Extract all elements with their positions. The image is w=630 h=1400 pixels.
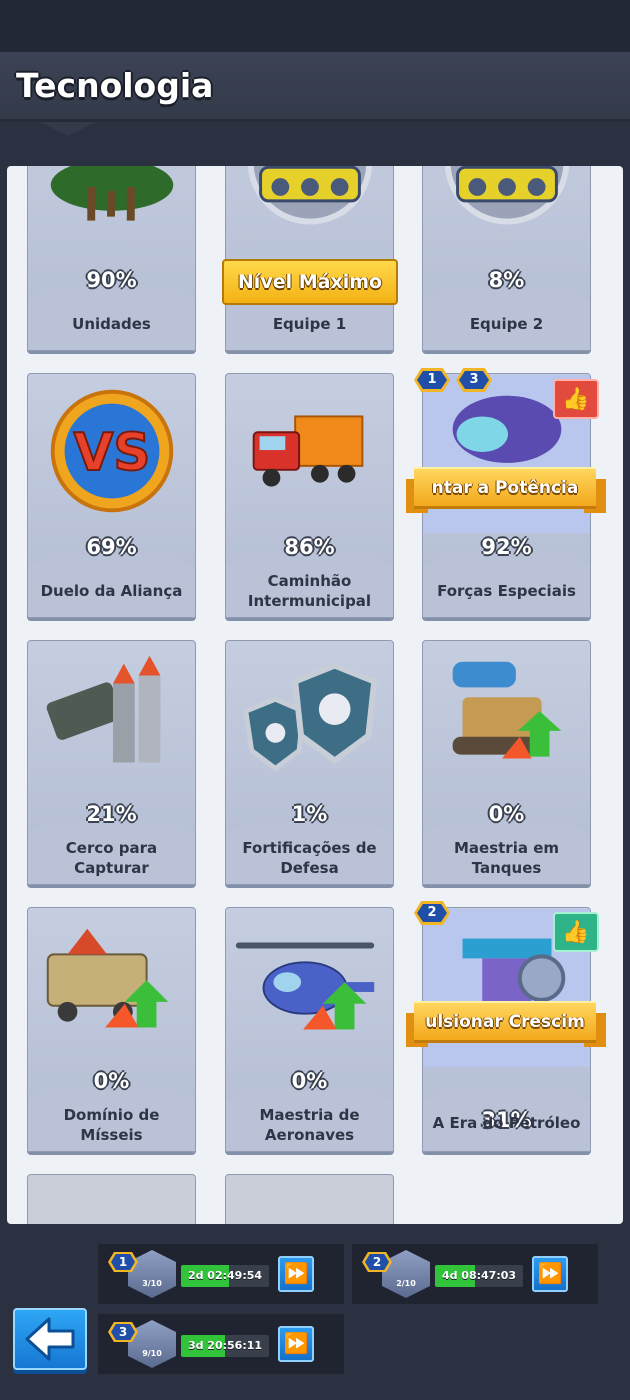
progress-percent: 90% [86,268,137,292]
queue-level-badge: 1 [108,1252,138,1272]
queue-timer: 2d 02:49:54 [181,1265,269,1287]
level-badge: 2 [414,901,450,925]
progress-percent: 69% [86,535,137,559]
missile-truck-upgrade-icon [46,928,169,1028]
queue-count: 2/10 [396,1279,416,1288]
thumbs-up-icon[interactable]: 👍 [553,912,599,952]
tech-name: Equipe 1 [272,315,347,333]
tech-name: Fortificações de Defesa [242,839,377,877]
research-icon [128,1320,176,1368]
helicopter-upgrade-icon [235,942,375,1030]
tech-card-dominio-de-misseis[interactable]: 0% Domínio de Mísseis [27,907,196,1152]
tech-name: Cerco para Capturar [65,839,158,877]
back-button[interactable] [13,1308,87,1370]
progress-percent: 92% [481,535,532,559]
queue-level-badge: 2 [362,1252,392,1272]
tech-card-locked[interactable] [225,1174,394,1224]
tech-name: Domínio de Mísseis [63,1106,160,1144]
fast-forward-icon[interactable]: ⏩ [532,1256,568,1292]
level-badge: 3 [456,368,492,392]
fast-forward-icon[interactable]: ⏩ [278,1256,314,1292]
timer-text: 4d 08:47:03 [441,1269,517,1282]
progress-percent: 0% [93,1069,130,1093]
back-arrow-icon [25,1317,75,1361]
tech-grid-panel[interactable]: 90% Unidades Equipe 1 8% Equipe 2 VS 69%… [7,166,623,1224]
queue-level-badge: 3 [108,1322,138,1342]
research-queue-2[interactable]: 2 2/10 4d 08:47:03 ⏩ [352,1244,598,1304]
queue-count: 9/10 [142,1349,162,1358]
versus-icon: VS [50,389,174,513]
tech-name: Equipe 2 [469,315,544,333]
progress-percent: 21% [86,802,137,826]
research-queue-1[interactable]: 1 3/10 2d 02:49:54 ⏩ [98,1244,344,1304]
research-icon [128,1250,176,1298]
timer-text: 2d 02:49:54 [187,1269,263,1282]
svg-text:VS: VS [74,423,151,483]
tech-card-fortificacoes-de-defesa[interactable]: 1% Fortificações de Defesa [225,640,394,885]
progress-percent: 8% [488,268,525,292]
level-badge: 1 [414,368,450,392]
unit-tree-icon [50,166,174,221]
tech-card-duelo-da-alianca[interactable]: VS 69% Duelo da Aliança [27,373,196,618]
fast-forward-icon[interactable]: ⏩ [278,1326,314,1362]
progress-percent: 0% [488,802,525,826]
progress-percent: 1% [291,802,328,826]
tech-name: Caminhão Intermunicipal [247,572,372,610]
truck-icon [252,415,364,487]
header-notch [40,122,96,136]
tech-name: Unidades [72,315,151,333]
status-bar [0,0,630,52]
tech-card-unidades[interactable]: 90% Unidades [27,166,196,351]
tech-card-maestria-em-tanques[interactable]: 0% Maestria em Tanques [422,640,591,885]
thumbs-up-icon[interactable]: 👍 [553,379,599,419]
tech-name: A Era do Petróleo [432,1114,581,1132]
tech-card-caminhao-intermunicipal[interactable]: 86% Caminhão Intermunicipal [225,373,394,618]
queue-timer: 4d 08:47:03 [435,1265,523,1287]
tech-card-equipe-2[interactable]: 8% Equipe 2 [422,166,591,351]
queue-timer: 3d 20:56:11 [181,1335,269,1357]
tech-card-cerco-para-capturar[interactable]: 21% Cerco para Capturar [27,640,196,885]
research-queue-3[interactable]: 3 9/10 3d 20:56:11 ⏩ [98,1314,344,1374]
queue-count: 3/10 [142,1279,162,1288]
research-icon [382,1250,430,1298]
tech-card-maestria-de-aeronaves[interactable]: 0% Maestria de Aeronaves [225,907,394,1152]
page-title: Tecnologia [16,66,214,105]
tank-emblem-icon [247,166,373,225]
boost-ribbon[interactable]: ntar a Potência [414,467,596,509]
progress-percent: 0% [291,1069,328,1093]
max-level-badge: Nível Máximo [222,259,398,305]
tech-name: Maestria de Aeronaves [259,1106,360,1144]
tech-card-locked[interactable] [27,1174,196,1224]
timer-text: 3d 20:56:11 [187,1339,263,1352]
progress-percent: 86% [284,535,335,559]
tech-name: Forças Especiais [437,582,576,600]
missile-launcher-icon [46,655,161,763]
tank-upgrade-icon [452,661,562,759]
tech-name: Duelo da Aliança [40,582,183,600]
tank-emblem-icon [444,166,570,225]
boost-ribbon[interactable]: ulsionar Crescim [414,1001,596,1043]
shield-gear-icon [243,662,378,772]
tech-name: Maestria em Tanques [453,839,559,877]
